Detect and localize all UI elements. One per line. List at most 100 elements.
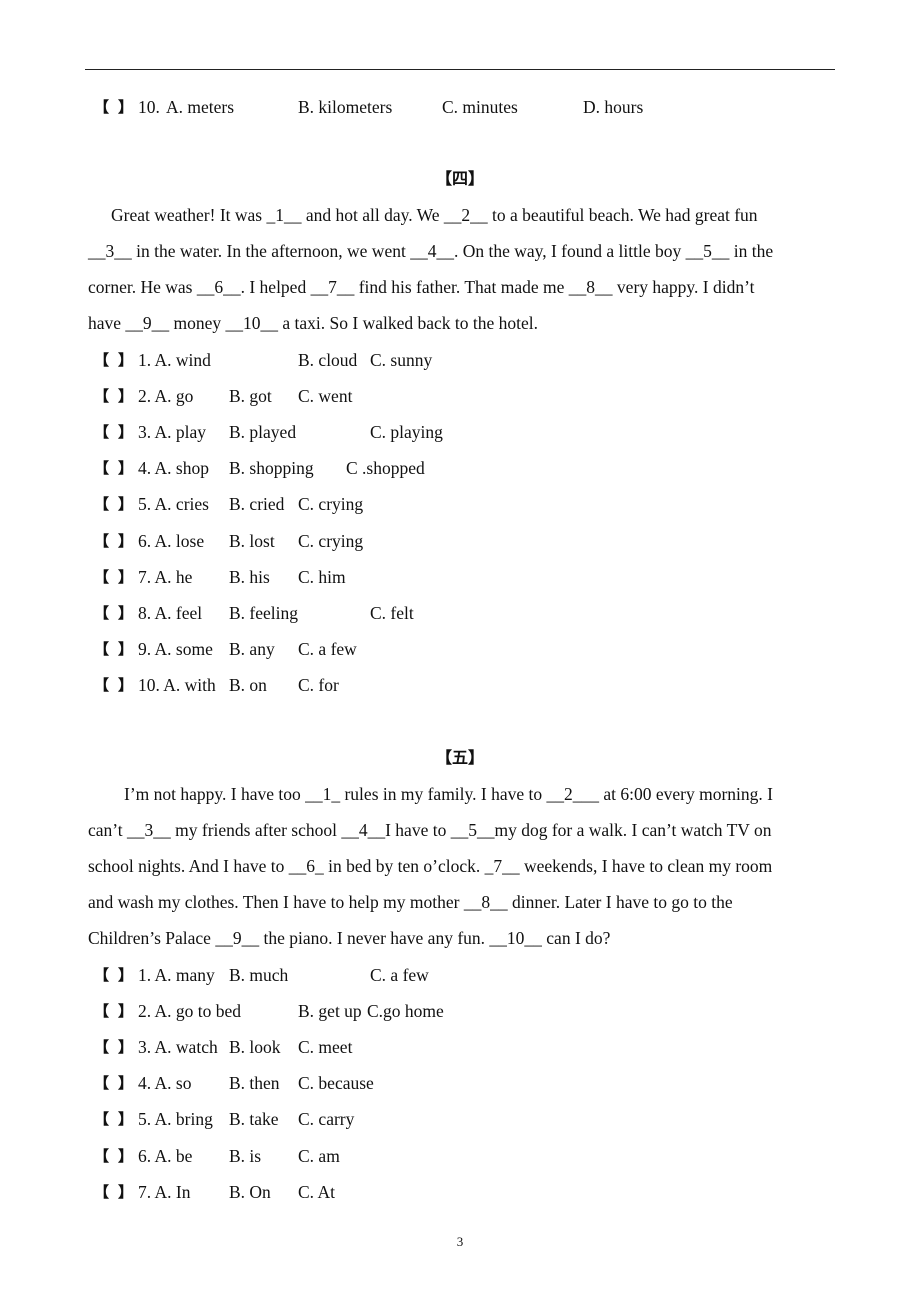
option-c: C. crying bbox=[298, 494, 364, 515]
section-heading-4: 【四】 bbox=[435, 169, 484, 188]
option-c: C. a few bbox=[298, 638, 357, 659]
question-option-a: 4. A. shop bbox=[138, 458, 209, 479]
answer-bracket-open[interactable]: 【 bbox=[94, 349, 109, 371]
option-b: B. On bbox=[229, 1181, 271, 1202]
option-c: C. playing bbox=[370, 422, 443, 443]
option-b: B. then bbox=[229, 1073, 280, 1094]
answer-bracket-open[interactable]: 【 bbox=[94, 638, 109, 660]
answer-bracket-close: 】 bbox=[118, 1182, 134, 1201]
option-b: B. much bbox=[229, 965, 289, 985]
option-c: C. for bbox=[298, 674, 339, 695]
answer-bracket-close: 】 bbox=[118, 639, 134, 658]
option-c: C. At bbox=[298, 1181, 335, 1202]
page-number: 3 bbox=[456, 1234, 464, 1249]
option-c: C .shopped bbox=[346, 458, 425, 479]
answer-bracket-close: 】 bbox=[118, 531, 134, 550]
question-option-a: 5. A. bring bbox=[138, 1109, 213, 1130]
passage-line: have __9__ money __10__ a taxi. So I wal… bbox=[88, 313, 539, 333]
answer-bracket-open[interactable]: 【 bbox=[94, 566, 109, 588]
answer-bracket-close: 】 bbox=[118, 423, 134, 442]
answer-bracket-close: 】 bbox=[118, 966, 134, 984]
option-b: B. got bbox=[229, 386, 272, 407]
answer-bracket-close: 】 bbox=[118, 351, 134, 369]
option-b: B. any bbox=[229, 638, 275, 659]
answer-bracket-close: 】 bbox=[118, 387, 134, 406]
question-option-a: 7. A. In bbox=[138, 1181, 191, 1202]
passage-line: corner. He was __6__. I helped __7__ fin… bbox=[88, 277, 755, 297]
option-c: C. carry bbox=[298, 1109, 355, 1130]
answer-bracket-open[interactable]: 【 bbox=[94, 493, 109, 515]
passage-line: I’m not happy. I have too __1_ rules in … bbox=[124, 784, 773, 804]
option-b: B. get up bbox=[298, 1001, 362, 1022]
answer-bracket-close: 】 bbox=[118, 1146, 134, 1165]
question-option-a: 2. A. go to bed bbox=[138, 1001, 242, 1022]
answer-bracket-close: 】 bbox=[118, 1002, 134, 1021]
question-option-a: 5. A. cries bbox=[138, 494, 209, 515]
option-c: C. sunny bbox=[370, 350, 433, 370]
answer-bracket-close: 】 bbox=[118, 1110, 134, 1129]
answer-bracket-open[interactable]: 【 bbox=[94, 385, 109, 407]
option-b: B. shopping bbox=[229, 458, 314, 479]
option-b: B. played bbox=[229, 422, 297, 443]
option-c: C. meet bbox=[298, 1037, 353, 1058]
question-option-a: 7. A. he bbox=[138, 566, 193, 587]
question-option-a: 6. A. lose bbox=[138, 530, 205, 551]
answer-bracket-open[interactable]: 【 bbox=[94, 1072, 109, 1094]
answer-bracket-close: 】 bbox=[118, 459, 134, 478]
option-b: B. is bbox=[229, 1145, 262, 1166]
question-option-a: 4. A. so bbox=[138, 1073, 192, 1094]
passage-line: Children’s Palace __9__ the piano. I nev… bbox=[88, 928, 611, 948]
answer-bracket-close: 】 bbox=[118, 675, 134, 694]
answer-bracket-close: 】 bbox=[118, 603, 134, 622]
option-c: C. crying bbox=[298, 530, 364, 551]
option-b: B. on bbox=[229, 674, 267, 695]
question-option-a: 1. A. many bbox=[138, 965, 215, 985]
option-c: C. him bbox=[298, 566, 346, 587]
answer-bracket-close: 】 bbox=[118, 98, 134, 116]
answer-bracket-close: 】 bbox=[118, 495, 134, 514]
passage-line: Great weather! It was _1__ and hot all d… bbox=[111, 205, 758, 225]
option-c: C. am bbox=[298, 1145, 340, 1166]
question-option-a: 8. A. feel bbox=[138, 602, 203, 623]
answer-bracket-open[interactable]: 【 bbox=[94, 530, 109, 552]
answer-bracket-close: 】 bbox=[118, 567, 134, 586]
answer-bracket-open[interactable]: 【 bbox=[94, 602, 109, 624]
header-rule bbox=[85, 69, 835, 70]
option-c: C.go home bbox=[367, 1001, 444, 1022]
passage-line: __3__ in the water. In the afternoon, we… bbox=[88, 241, 774, 261]
answer-bracket-open[interactable]: 【 bbox=[94, 1000, 109, 1022]
option-b: B. cloud bbox=[298, 350, 358, 370]
answer-bracket-open[interactable]: 【 bbox=[94, 674, 109, 696]
answer-bracket-open[interactable]: 【 bbox=[94, 421, 109, 443]
question-option-a: 10. A. with bbox=[138, 674, 216, 695]
answer-bracket-open[interactable]: 【 bbox=[94, 1036, 109, 1058]
answer-bracket-open[interactable]: 【 bbox=[94, 1108, 109, 1130]
option-b: B. take bbox=[229, 1109, 279, 1130]
option-c: C. because bbox=[298, 1073, 374, 1094]
answer-bracket-open[interactable]: 【 bbox=[94, 964, 109, 986]
answer-bracket-close: 】 bbox=[118, 1038, 134, 1057]
answer-bracket-close: 】 bbox=[118, 1074, 134, 1093]
question-number: 10. bbox=[138, 97, 160, 117]
question-option-a: 1. A. wind bbox=[138, 350, 211, 370]
passage-line: school nights. And I have to __6_ in bed… bbox=[88, 856, 773, 876]
option-b: B. cried bbox=[229, 494, 285, 515]
option-b: B. feeling bbox=[229, 602, 299, 623]
option-c: C. went bbox=[298, 386, 353, 407]
answer-bracket-open[interactable]: 【 bbox=[94, 1181, 109, 1203]
question-option-a: 2. A. go bbox=[138, 386, 194, 407]
passage-line: and wash my clothes. Then I have to help… bbox=[88, 892, 733, 912]
answer-bracket-open[interactable]: 【 bbox=[94, 1145, 109, 1167]
option-c: C. minutes bbox=[442, 97, 518, 117]
section-heading-5: 【五】 bbox=[435, 748, 484, 767]
question-option-a: 3. A. play bbox=[138, 422, 207, 443]
option-b: B. his bbox=[229, 566, 270, 587]
option-b: B. kilometers bbox=[298, 97, 393, 117]
option-c: C. felt bbox=[370, 602, 414, 623]
answer-bracket-open[interactable]: 【 bbox=[94, 457, 109, 479]
option-a: A. meters bbox=[166, 97, 235, 117]
option-c: C. a few bbox=[370, 965, 429, 985]
question-option-a: 9. A. some bbox=[138, 638, 213, 659]
option-b: B. lost bbox=[229, 530, 275, 551]
answer-bracket-open[interactable]: 【 bbox=[94, 96, 109, 118]
